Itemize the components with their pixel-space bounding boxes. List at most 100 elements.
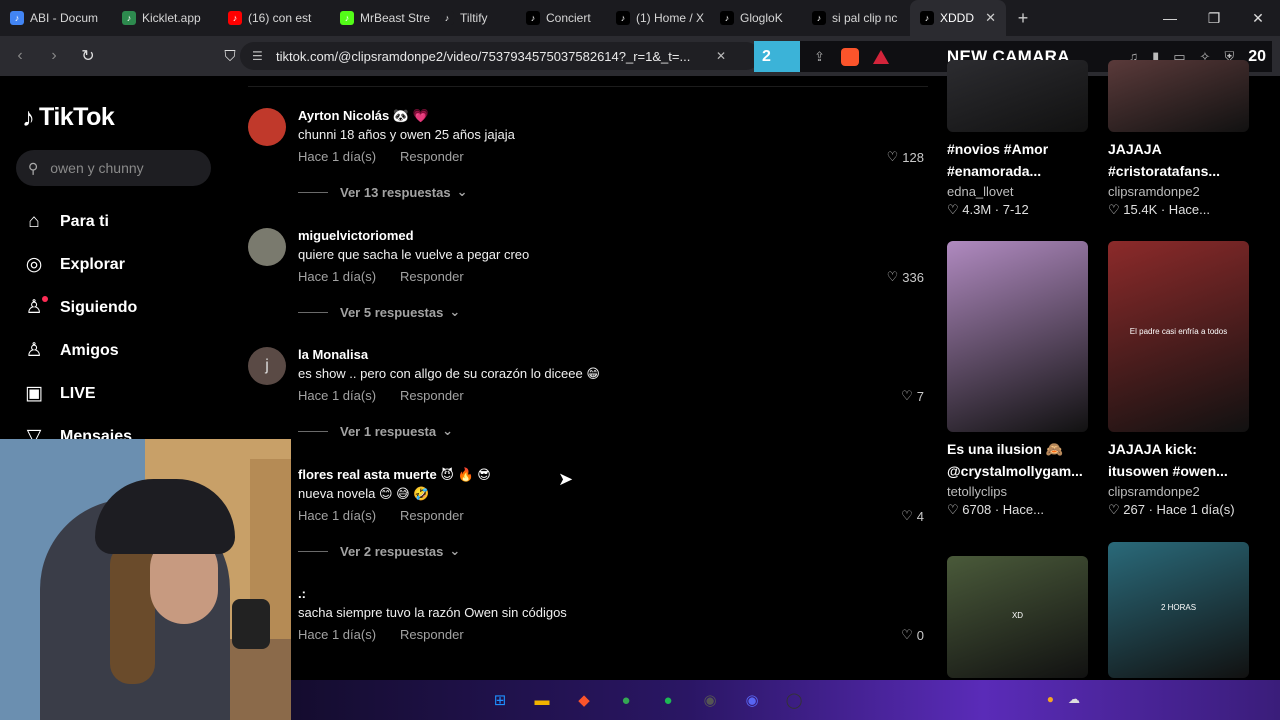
avatar[interactable]: j [248, 347, 286, 385]
view-replies-button[interactable]: Ver 13 respuestas ⌄ [298, 184, 467, 200]
reply-button[interactable]: Responder [400, 508, 464, 523]
view-replies-button[interactable]: Ver 1 respuesta ⌄ [298, 423, 453, 439]
video-author[interactable]: tetollyclips [947, 484, 1092, 499]
comment-author[interactable]: .: [298, 586, 306, 601]
video-author[interactable]: clipsramdonpe2 [1108, 484, 1253, 499]
replies-line [298, 191, 328, 193]
reply-button[interactable]: Responder [400, 269, 464, 284]
brave-icon[interactable]: ◆ [568, 684, 600, 716]
tiktok-logo[interactable]: ♪ TikTok [22, 102, 115, 133]
video-stats-text: 4.3M · 7-12 [962, 202, 1029, 217]
kick-icon: ♪ [340, 11, 354, 25]
video-author[interactable]: clipsramdonpe2 [1108, 184, 1253, 199]
video-card[interactable]: 2 HORAS [1108, 542, 1249, 678]
reload-icon[interactable]: ↻ [74, 42, 102, 70]
browser-tab[interactable]: ♪ si pal clip nc [802, 0, 910, 36]
site-settings-icon[interactable]: ☰ [252, 49, 268, 63]
sidebar-item-para-ti[interactable]: ⌂ Para ti [22, 200, 137, 243]
video-card[interactable]: XD [947, 556, 1088, 678]
reply-button[interactable]: Responder [400, 388, 464, 403]
back-icon[interactable]: ‹ [6, 42, 34, 70]
windows-start-icon[interactable]: ⊞ [484, 684, 516, 716]
live-icon: ▣ [25, 383, 43, 404]
search-input[interactable] [48, 159, 203, 177]
video-thumbnail[interactable] [1108, 60, 1249, 132]
video-card[interactable]: JAJAJA #cristoratafans... clipsramdonpe2 ♡… [1108, 60, 1253, 218]
steam-icon[interactable]: ◯ [778, 684, 810, 716]
chevron-down-icon: ⌄ [442, 423, 454, 438]
heart-icon: ♡ [886, 149, 899, 164]
video-title[interactable]: #novios #Amor #enamorada... [947, 138, 1092, 182]
chrome-icon[interactable]: ● [610, 684, 642, 716]
forward-icon[interactable]: › [40, 42, 68, 70]
video-card[interactable]: El padre casi enfría a todos JAJAJA kick:… [1108, 241, 1253, 518]
view-replies-button[interactable]: Ver 5 respuestas ⌄ [298, 304, 460, 320]
reply-button[interactable]: Responder [400, 149, 464, 164]
thumbnail-caption: XD [1011, 611, 1024, 620]
browser-tab[interactable]: ♪ Conciert [516, 0, 606, 36]
friends-icon: ♙ [25, 340, 43, 361]
video-author[interactable]: edna_llovet [947, 184, 1092, 199]
minimize-icon[interactable]: — [1148, 0, 1192, 36]
video-thumbnail[interactable]: XD [947, 556, 1088, 678]
reply-button[interactable]: Responder [400, 627, 464, 642]
spotify-icon[interactable]: ● [652, 684, 684, 716]
video-thumbnail[interactable]: 2 HORAS [1108, 542, 1249, 678]
tiktok-icon: ♪ [920, 11, 934, 25]
comment-author[interactable]: Ayrton Nicolás 🐼 💗 [298, 108, 429, 124]
like-button[interactable]: ♡ 4 [901, 508, 924, 524]
tray-dot-icon[interactable]: ● [1047, 692, 1054, 706]
like-button[interactable]: ♡ 128 [887, 149, 924, 165]
brave-rewards-icon [872, 49, 889, 64]
sidebar-item-live[interactable]: ▣ LIVE [22, 372, 137, 415]
avatar[interactable] [248, 108, 286, 146]
bookmark-icon[interactable]: ⛉ [220, 48, 240, 65]
close-tab-icon[interactable]: ✕ [985, 10, 996, 26]
like-button[interactable]: ♡ 7 [901, 388, 924, 404]
comment-author[interactable]: la Monalisa [298, 347, 368, 362]
search-box[interactable]: ⚲ [16, 150, 211, 186]
file-explorer-icon[interactable]: ▬ [526, 684, 558, 716]
new-tab-button[interactable]: + [1006, 0, 1040, 36]
like-button[interactable]: ♡ 336 [887, 269, 924, 285]
heart-icon: ♡ [947, 202, 963, 217]
video-thumbnail[interactable] [947, 60, 1088, 132]
sidebar-nav: ⌂ Para ti ◎ Explorar ♙ Siguiendo ♙ Amigos ▣ LIVE ▽… [22, 200, 137, 458]
video-title[interactable]: JAJAJA #cristoratafans... [1108, 138, 1253, 182]
sidebar-item-amigos[interactable]: ♙ Amigos [22, 329, 137, 372]
avatar[interactable] [248, 228, 286, 266]
mute-icon[interactable]: ✕ [716, 49, 726, 63]
browser-tab[interactable]: ♪ GlogloK [710, 0, 802, 36]
url-field[interactable]: ☰ tiktok.com/@clipsramdonpe2/video/75379… [240, 42, 760, 70]
video-thumbnail[interactable]: El padre casi enfría a todos [1108, 241, 1249, 432]
video-card[interactable]: #novios #Amor #enamorada... edna_llovet ♡ … [947, 60, 1092, 218]
divider [248, 86, 928, 87]
view-replies-button[interactable]: Ver 2 respuestas ⌄ [298, 543, 460, 559]
like-count: 4 [916, 508, 924, 524]
browser-tab[interactable]: ♪ XDDD ✕ [910, 0, 1006, 36]
comment-text: sacha siempre tuvo la razón Owen sin cód… [298, 605, 567, 620]
sidebar-item-siguiendo[interactable]: ♙ Siguiendo [22, 286, 137, 329]
like-button[interactable]: ♡ 0 [901, 627, 924, 643]
browser-tab[interactable]: ♪ ABI - Docum [0, 0, 112, 36]
close-window-icon[interactable]: ✕ [1236, 0, 1280, 36]
url-text[interactable]: tiktok.com/@clipsramdonpe2/video/7537934… [276, 49, 706, 64]
comment-author[interactable]: miguelvictoriomed [298, 228, 414, 243]
video-thumbnail[interactable] [947, 241, 1088, 432]
browser-tab[interactable]: ♪ Kicklet.app [112, 0, 218, 36]
discord-icon[interactable]: ◉ [736, 684, 768, 716]
browser-tab[interactable]: ♪ MrBeast Stre [330, 0, 430, 36]
maximize-icon[interactable]: ❐ [1192, 0, 1236, 36]
heart-icon: ♡ [1108, 202, 1124, 217]
browser-tab[interactable]: ♪ (16) con est [218, 0, 330, 36]
onedrive-icon[interactable]: ☁ [1068, 692, 1080, 706]
video-title[interactable]: Es una ilusion 🙈 @crystalmollygam... [947, 438, 1092, 482]
browser-tab[interactable]: ♪ Tiltify [430, 0, 516, 36]
comment-author[interactable]: flores real asta muerte 😈 🔥 😎 [298, 467, 491, 483]
sidebar-item-explorar[interactable]: ◎ Explorar [22, 243, 137, 286]
obs-icon[interactable]: ◉ [694, 684, 726, 716]
video-card[interactable]: Es una ilusion 🙈 @crystalmollygam... teto… [947, 241, 1092, 518]
video-stats-text: 267 · Hace 1 día(s) [1123, 502, 1235, 517]
video-title[interactable]: JAJAJA kick: itusowen #owen... [1108, 438, 1253, 482]
browser-tab[interactable]: ♪ (1) Home / X [606, 0, 710, 36]
